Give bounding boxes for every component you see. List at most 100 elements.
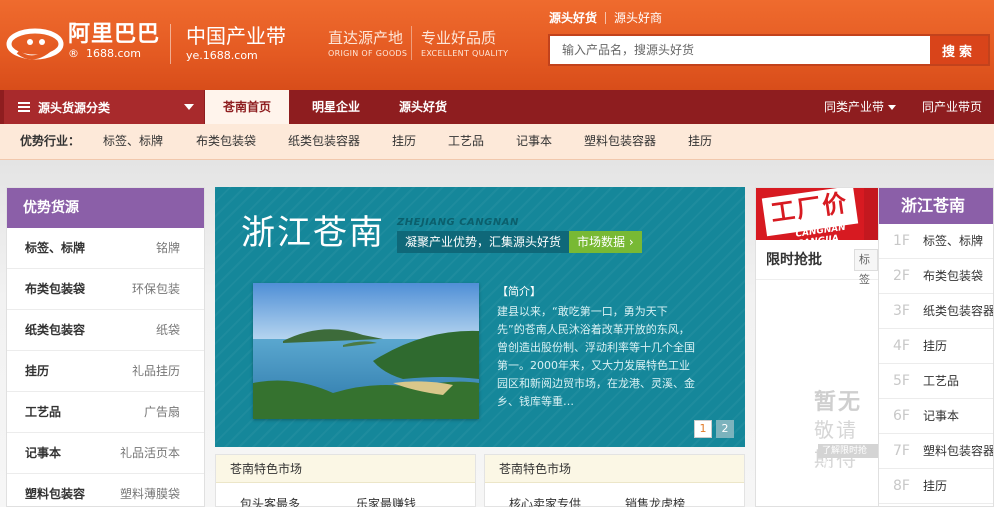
market-data-label: 市场数据: [577, 235, 626, 249]
feature-tagline: 凝聚产业优势，汇集源头好货: [397, 231, 570, 253]
page-1-button[interactable]: 1: [694, 420, 712, 438]
industry-item[interactable]: 挂历: [392, 124, 416, 158]
list-item[interactable]: 标签、标牌 铭牌: [7, 228, 204, 269]
floor-item[interactable]: 6F 记事本: [879, 399, 993, 434]
site-name-cn: 中国产业带: [186, 24, 286, 48]
logo-reg-mark: ®: [68, 47, 79, 60]
floor-item[interactable]: 7F 塑料包装容器: [879, 434, 993, 469]
slogan-quality-en: EXCELLENT QUALITY: [421, 49, 509, 58]
floor-label: 工艺品: [923, 374, 960, 388]
floor-item[interactable]: 5F 工艺品: [879, 364, 993, 399]
category-menu-button[interactable]: 源头货源分类: [4, 90, 204, 124]
search-tab-merchants[interactable]: 源头好商: [606, 10, 670, 26]
alibaba-logo[interactable]: 阿里巴巴 ® 1688.com: [4, 20, 160, 64]
floor-item[interactable]: 1F 标签、标牌: [879, 224, 993, 259]
list-item-sub[interactable]: 塑料薄膜袋: [120, 474, 180, 507]
industry-item[interactable]: 记事本: [516, 124, 552, 158]
factory-price-banner[interactable]: 工厂价 CANGNAN CANGJIA: [756, 188, 878, 240]
floor-label: 塑料包装容器: [923, 444, 994, 458]
learn-more-link[interactable]: 了解限时抢批: [818, 444, 878, 470]
banner-edge: [864, 188, 878, 240]
list-item-name[interactable]: 塑料包装容: [25, 474, 85, 507]
flash-sale-tab[interactable]: 标签: [854, 249, 878, 286]
list-item-sub[interactable]: 纸袋: [156, 310, 180, 350]
industry-bar: 优势行业： 标签、标牌 布类包装袋 纸类包装容器 挂历 工艺品 记事本 塑料包装…: [0, 124, 994, 160]
coastline-photo[interactable]: [253, 283, 479, 419]
floor-label: 挂历: [923, 339, 948, 353]
list-item-name[interactable]: 工艺品: [25, 392, 61, 432]
floor-item[interactable]: 4F 挂历: [879, 329, 993, 364]
floor-number: 2F: [893, 268, 910, 284]
market-box-title: 苍南特色市场: [485, 455, 744, 483]
list-item[interactable]: 纸类包装容 纸袋: [7, 310, 204, 351]
industry-item[interactable]: 工艺品: [448, 124, 484, 158]
slogan-divider: [411, 26, 412, 60]
market-link[interactable]: 乐家最赚钱: [356, 495, 416, 507]
list-item-name[interactable]: 标签、标牌: [25, 228, 85, 268]
promo-panel: 工厂价 CANGNAN CANGJIA 限时抢批 标签 暂无 敬请期待 了解限时…: [755, 187, 879, 507]
list-item-name[interactable]: 纸类包装容: [25, 310, 85, 350]
site-url: ye.1688.com: [186, 49, 258, 62]
search-box: 搜索: [548, 34, 990, 66]
slogan-origin: 直达源产地 ORIGIN OF GOODS: [328, 28, 407, 60]
list-item-sub[interactable]: 铭牌: [156, 228, 180, 268]
similar-belts-label: 同类产业带: [824, 100, 885, 114]
page-2-button[interactable]: 2: [716, 420, 734, 438]
floor-item[interactable]: 8F 挂历: [879, 469, 993, 504]
list-item-sub[interactable]: 礼品活页本: [120, 433, 180, 473]
list-item-name[interactable]: 记事本: [25, 433, 61, 473]
floor-label: 布类包装袋: [923, 269, 984, 283]
market-box-title: 苍南特色市场: [216, 455, 475, 483]
industry-item[interactable]: 塑料包装容器: [584, 124, 656, 158]
search-input[interactable]: [550, 36, 930, 64]
industry-label: 优势行业：: [20, 134, 81, 148]
flash-sale-header: 限时抢批 标签: [756, 240, 878, 286]
slogan-quality: 专业好品质 EXCELLENT QUALITY: [421, 28, 508, 60]
logo-cn-text: 阿里巴巴: [68, 22, 161, 47]
list-item[interactable]: 挂历 礼品挂历: [7, 351, 204, 392]
list-item[interactable]: 记事本 礼品活页本: [7, 433, 204, 474]
nav-tab-home[interactable]: 苍南首页: [205, 90, 289, 124]
market-link[interactable]: 核心卖家专供: [509, 495, 581, 507]
industry-item[interactable]: 挂历: [688, 124, 712, 158]
logo-en-text: 1688.com: [86, 47, 141, 60]
list-item-sub[interactable]: 礼品挂历: [132, 351, 180, 391]
floor-number: 8F: [893, 478, 910, 494]
list-item-sub[interactable]: 广告扇: [144, 392, 180, 432]
nav-tab-star-companies[interactable]: 明星企业: [296, 90, 376, 124]
industry-item[interactable]: 纸类包装容器: [288, 124, 360, 158]
floor-item[interactable]: 3F 纸类包装容器: [879, 294, 993, 329]
market-link[interactable]: 包头客最多: [240, 495, 300, 507]
feature-banner: 浙江苍南 ZHEJIANG CANGNAN 凝聚产业优势，汇集源头好货 市场数据…: [215, 187, 745, 447]
industry-item[interactable]: 布类包装袋: [196, 124, 256, 158]
nav-tab-source-goods[interactable]: 源头好货: [383, 90, 463, 124]
list-item-name[interactable]: 布类包装袋: [25, 269, 85, 309]
empty-state-title: 暂无: [814, 390, 863, 415]
caret-down-icon: [184, 104, 194, 110]
market-link[interactable]: 销售龙虎榜: [625, 495, 685, 507]
flash-sale-title: 限时抢批: [766, 252, 822, 268]
site-name[interactable]: 中国产业带 ye.1688.com: [186, 24, 286, 64]
list-item[interactable]: 工艺品 广告扇: [7, 392, 204, 433]
site-header: 阿里巴巴 ® 1688.com 中国产业带 ye.1688.com 直达源产地 …: [0, 0, 994, 90]
list-item[interactable]: 布类包装袋 环保包装: [7, 269, 204, 310]
search-button[interactable]: 搜索: [930, 36, 988, 64]
list-item-sub[interactable]: 环保包装: [132, 269, 180, 309]
slogan-origin-en: ORIGIN OF GOODS: [328, 49, 408, 58]
floor-label: 标签、标牌: [923, 234, 984, 248]
list-item-name[interactable]: 挂历: [25, 351, 49, 391]
search-tab-goods[interactable]: 源头好货: [549, 10, 605, 26]
similar-belts-dropdown[interactable]: 同类产业带: [824, 90, 897, 124]
list-icon: [18, 102, 30, 112]
floor-item[interactable]: 2F 布类包装袋: [879, 259, 993, 294]
list-item[interactable]: 塑料包装容 塑料薄膜袋: [7, 474, 204, 507]
floor-number: 4F: [893, 338, 910, 354]
slogan-quality-cn: 专业好品质: [421, 29, 497, 47]
floor-number: 3F: [893, 303, 910, 319]
same-belt-link[interactable]: 同产业带页: [922, 90, 982, 124]
floor-number: 7F: [893, 443, 910, 459]
carousel-pager: 1 2: [690, 420, 734, 438]
industry-item[interactable]: 标签、标牌: [103, 124, 163, 158]
floor-nav-title: 浙江苍南: [879, 188, 993, 224]
market-data-button[interactable]: 市场数据 ›: [569, 231, 642, 253]
